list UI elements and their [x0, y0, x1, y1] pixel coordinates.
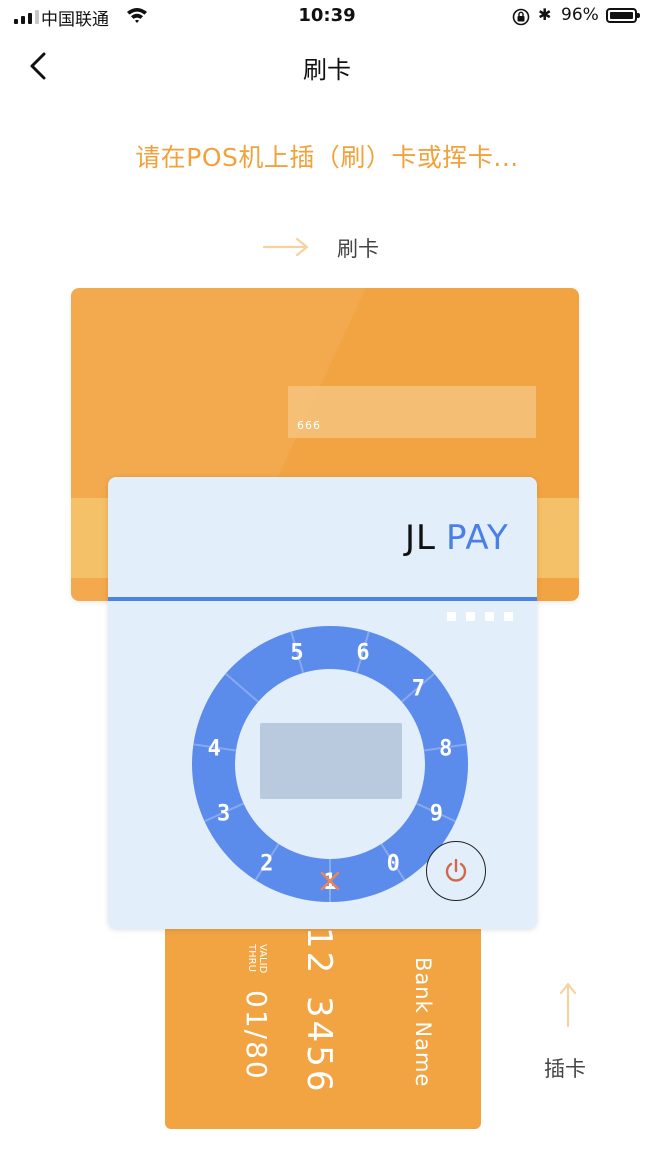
keypad-key-0[interactable]: 0: [387, 851, 400, 876]
keypad-key-7[interactable]: 7: [412, 676, 425, 701]
card-valid-thru-label: VALID THRU: [246, 944, 268, 974]
instruction-text: 请在POS机上插（刷）卡或挥卡...: [135, 143, 519, 172]
card-number-part-1: 12: [299, 927, 339, 977]
battery-fill: [610, 12, 633, 19]
keypad-key-5[interactable]: 5: [290, 641, 303, 666]
power-icon: [445, 858, 467, 882]
insert-label: 插卡: [544, 1057, 586, 1081]
keypad-key-3[interactable]: 3: [217, 802, 230, 827]
card-bank-name: Bank Name: [411, 957, 435, 1088]
orientation-lock-icon: [512, 8, 530, 26]
battery-percent: 96%: [561, 5, 599, 25]
card-slot-line: [108, 597, 537, 601]
keypad-key-2[interactable]: 2: [260, 851, 273, 876]
keypad-key-6[interactable]: 6: [356, 641, 369, 666]
battery-icon: [606, 8, 640, 23]
signature-strip: [288, 386, 536, 438]
keypad-key-8[interactable]: 8: [439, 736, 452, 761]
card-number-part-2: 3456: [299, 996, 339, 1095]
pos-display-screen: [260, 723, 402, 799]
arrow-up-icon: [560, 982, 576, 1028]
bluetooth-icon: ✱: [538, 5, 552, 24]
power-button[interactable]: [426, 841, 486, 901]
card-cvv: 666: [297, 419, 321, 432]
status-bar: 中国联通 10:39 ✱ 96%: [0, 0, 654, 36]
indicator-lights: [447, 612, 513, 621]
logo-pay: PAY: [446, 518, 509, 558]
card-expiry: 01/80: [240, 990, 273, 1081]
keypad-key-4[interactable]: 4: [208, 736, 221, 761]
swipe-label: 刷卡: [337, 237, 379, 261]
page-title: 刷卡: [303, 56, 351, 84]
clock: 10:39: [298, 5, 356, 26]
arrow-right-icon: [262, 237, 309, 257]
logo-jl: JL: [405, 518, 436, 558]
keypad-key-9[interactable]: 9: [430, 802, 443, 827]
